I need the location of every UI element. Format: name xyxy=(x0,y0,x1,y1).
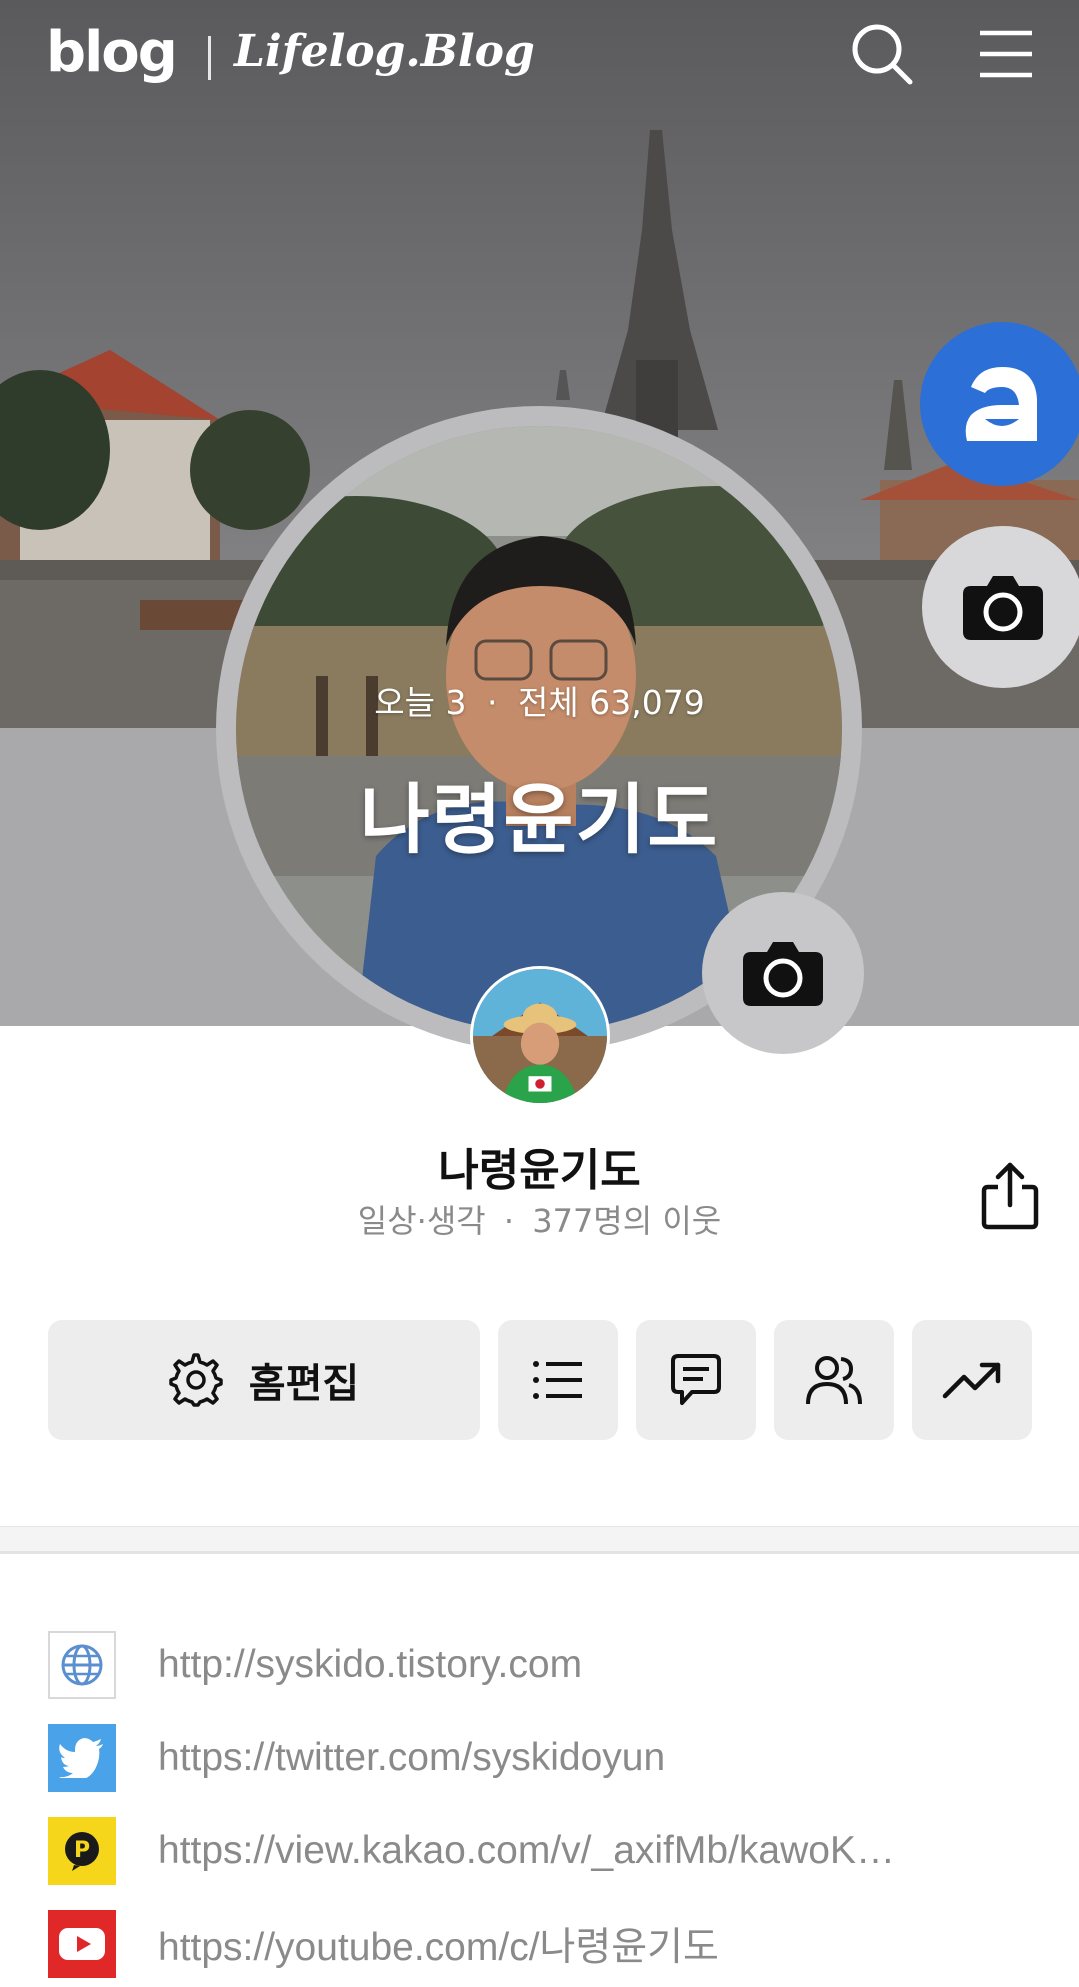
home-edit-button[interactable]: 홈편집 xyxy=(48,1320,480,1440)
link-url: https://youtube.com/c/나령윤기도 xyxy=(158,1926,719,1969)
list-icon xyxy=(533,1361,582,1399)
kakao-page-icon: P xyxy=(48,1817,116,1885)
today-count: 3 xyxy=(445,683,467,722)
gear-icon xyxy=(169,1353,223,1407)
camera-icon xyxy=(963,576,1043,640)
link-item-kakao[interactable]: P https://view.kakao.com/v/_axifMb/kawoK… xyxy=(48,1816,1048,1886)
today-label: 오늘 xyxy=(374,683,436,722)
youtube-icon xyxy=(48,1910,116,1978)
hamburger-menu-icon xyxy=(980,30,1032,78)
cover-title: 나령윤기도 xyxy=(359,775,720,864)
total-label: 전체 xyxy=(518,683,579,722)
statistics-button[interactable] xyxy=(912,1320,1032,1440)
link-url: https://view.kakao.com/v/_axifMb/kawoK… xyxy=(158,1829,895,1872)
avatar[interactable] xyxy=(470,966,610,1106)
search-button[interactable] xyxy=(846,18,918,90)
trending-up-icon xyxy=(942,1362,1001,1399)
neighbor-count[interactable]: 377명의 이웃 xyxy=(532,1202,721,1240)
home-edit-label: 홈편집 xyxy=(248,1361,360,1407)
change-cover-photo-button[interactable] xyxy=(922,526,1079,688)
logo-divider xyxy=(208,36,211,80)
twitter-icon xyxy=(48,1724,116,1792)
visit-stats: 오늘 3 · 전체 63,079 xyxy=(0,676,1079,724)
blogger-meta: 일상·생각 · 377명의 이웃 xyxy=(0,1196,1079,1242)
svg-text:P: P xyxy=(74,1838,90,1863)
meta-separator: · xyxy=(503,1202,515,1240)
neighbors-button[interactable] xyxy=(774,1320,894,1440)
search-icon xyxy=(852,24,913,85)
comment-icon xyxy=(671,1354,721,1405)
blogger-name: 나령윤기도 xyxy=(438,1145,641,1196)
guestbook-button[interactable] xyxy=(636,1320,756,1440)
section-divider xyxy=(0,1526,1079,1554)
blog-logo[interactable]: blog xyxy=(46,20,178,85)
link-item-twitter[interactable]: https://twitter.com/syskidoyun xyxy=(48,1723,1048,1793)
change-profile-photo-button[interactable] xyxy=(702,892,864,1054)
post-list-button[interactable] xyxy=(498,1320,618,1440)
total-count: 63,079 xyxy=(589,683,705,722)
stats-separator: · xyxy=(487,683,498,722)
globe-icon xyxy=(48,1631,116,1699)
action-bar: 홈편집 xyxy=(48,1320,1032,1440)
link-url: http://syskido.tistory.com xyxy=(158,1643,583,1686)
link-url: https://twitter.com/syskidoyun xyxy=(158,1736,666,1779)
blog-name[interactable]: Lifelog.Blog xyxy=(234,26,535,77)
link-item-website[interactable]: http://syskido.tistory.com xyxy=(48,1630,1048,1700)
link-item-youtube[interactable]: https://youtube.com/c/나령윤기도 xyxy=(48,1909,1048,1979)
people-icon xyxy=(806,1356,862,1405)
camera-icon xyxy=(743,942,823,1006)
menu-button[interactable] xyxy=(970,18,1042,90)
share-icon xyxy=(981,1162,1039,1230)
ai-assistant-button[interactable] xyxy=(920,322,1079,486)
top-bar: blog Lifelog.Blog xyxy=(0,0,1079,110)
blog-category: 일상·생각 xyxy=(357,1202,486,1240)
a-letter-icon xyxy=(965,367,1037,441)
share-button[interactable] xyxy=(972,1158,1048,1234)
